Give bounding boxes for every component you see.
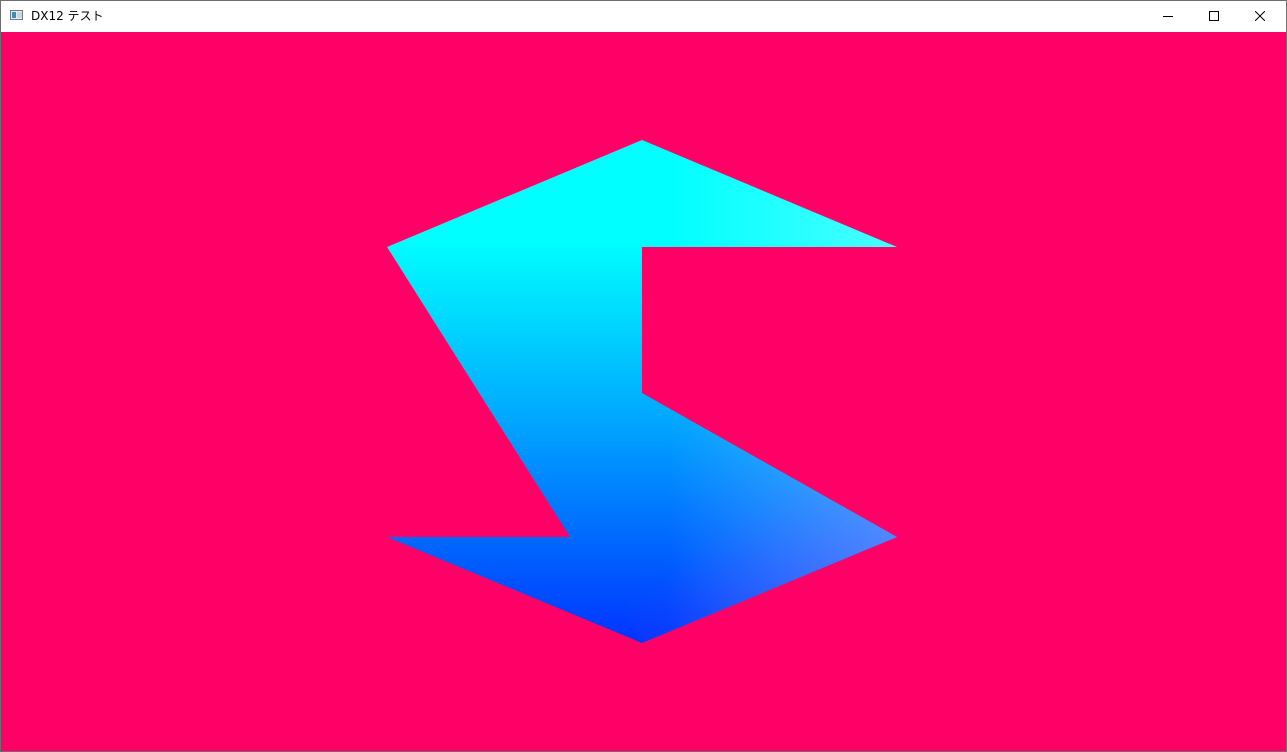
- close-icon: [1255, 11, 1265, 21]
- window-title: DX12 テスト: [31, 9, 104, 23]
- clear-color-background: [1, 32, 1286, 751]
- app-window: DX12 テスト: [0, 0, 1287, 752]
- app-icon: [10, 10, 23, 20]
- close-button[interactable]: [1237, 1, 1283, 31]
- render-canvas: [1, 32, 1286, 751]
- render-viewport[interactable]: [1, 32, 1286, 751]
- title-bar[interactable]: DX12 テスト: [1, 1, 1286, 31]
- minimize-icon: [1163, 16, 1173, 17]
- minimize-button[interactable]: [1145, 1, 1191, 31]
- maximize-button[interactable]: [1191, 1, 1237, 31]
- maximize-icon: [1209, 11, 1219, 21]
